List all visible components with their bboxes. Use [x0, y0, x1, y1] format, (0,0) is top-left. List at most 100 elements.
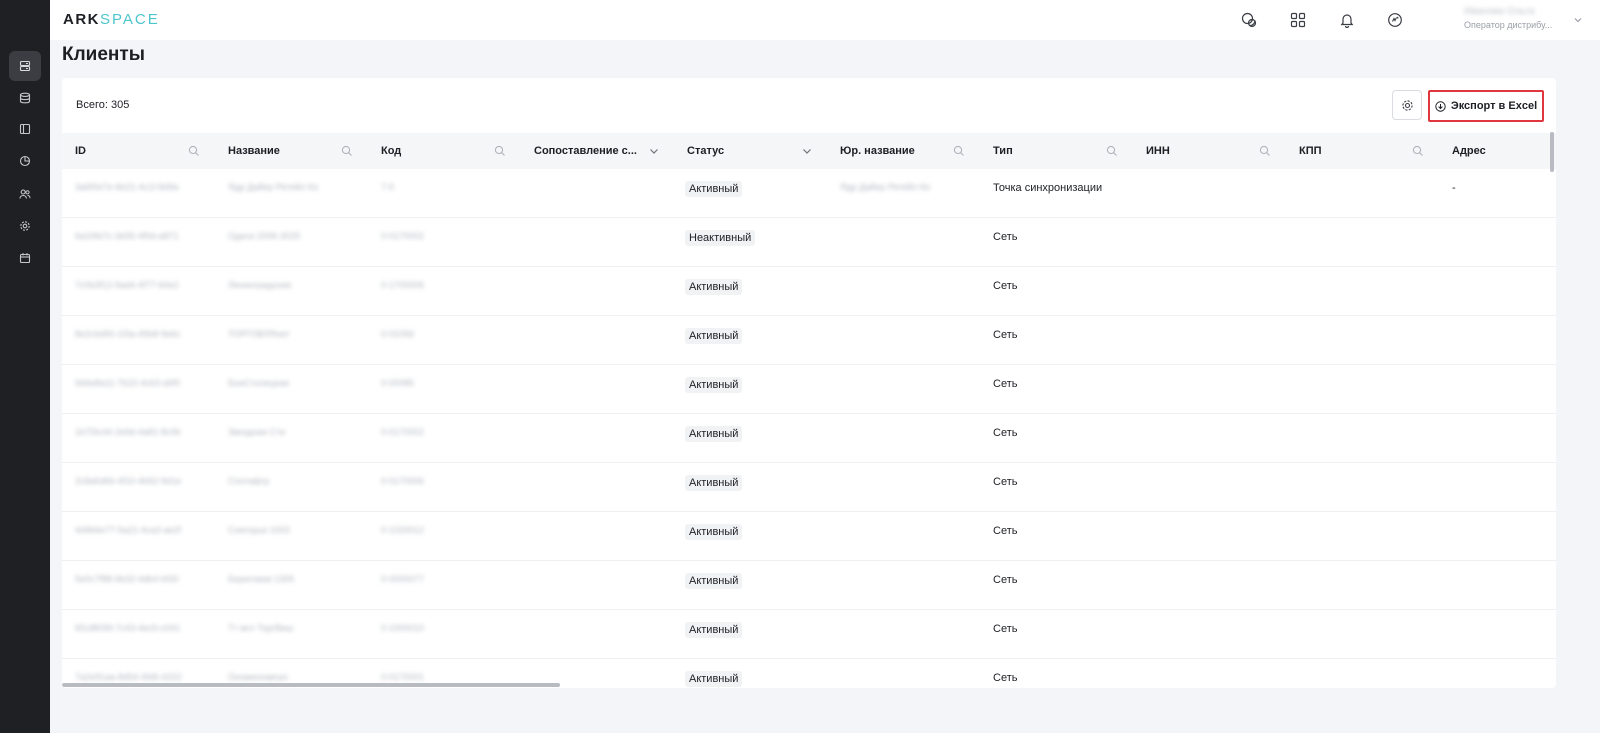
cell-id: 6a1f4b7c-3e55-4f0d-a871: [75, 231, 179, 241]
column-header-address[interactable]: Адрес: [1452, 133, 1486, 169]
status-badge: Активный: [685, 475, 743, 491]
status-badge: Активный: [685, 181, 743, 197]
rail-panel-button[interactable]: [9, 114, 41, 144]
cell-type: Сеть: [993, 378, 1018, 390]
logo-main-text: ARK: [63, 11, 100, 28]
left-rail: [0, 0, 50, 733]
rail-calendar-button[interactable]: [9, 243, 41, 273]
rail-list-button[interactable]: [9, 51, 41, 81]
cell-address: -: [1452, 182, 1456, 194]
status-badge: Активный: [685, 573, 743, 589]
cell-name: Ленинградская: [228, 280, 291, 290]
chevron-down-icon[interactable]: [648, 145, 660, 157]
cell-name: ТОРГОВЛЯнет: [228, 329, 290, 339]
horizontal-scrollbar[interactable]: [62, 683, 560, 687]
column-header-id[interactable]: ID: [75, 133, 86, 169]
clients-card: Всего: 305 Экспорт в Excel ID Название К…: [62, 78, 1556, 688]
search-icon[interactable]: [1412, 145, 1424, 157]
cell-id: 4d9b6e77-5a21-4ca3-ae2f: [75, 525, 182, 535]
cell-id: 2c8a5d66-4f10-4b92-9d1e: [75, 476, 182, 486]
status-badge: Активный: [685, 279, 743, 295]
search-icon[interactable]: [1259, 145, 1271, 157]
column-header-name[interactable]: Название: [228, 133, 280, 169]
status-badge: Активный: [685, 426, 743, 442]
rail-settings-button[interactable]: [9, 211, 41, 241]
apps-button[interactable]: [1288, 10, 1308, 30]
cell-code: 0-0170002: [381, 427, 425, 437]
cell-id: 1b7f3c44-2e9d-4a81-8c0b: [75, 427, 181, 437]
table-row[interactable]: 4d9b6e77-5a21-4ca3-ae2f Снегорья 1003 0-…: [62, 512, 1556, 561]
cell-legal-name: Ядр Дайер Ретейл Ко: [840, 182, 931, 192]
cell-type: Сеть: [993, 623, 1018, 635]
cell-name: Снегорья 1003: [228, 525, 290, 535]
cell-code: 0-1000010: [381, 623, 425, 633]
notifications-button[interactable]: [1337, 10, 1357, 30]
cell-type: Сеть: [993, 525, 1018, 537]
table-row[interactable]: 2c8a5d66-4f10-4b92-9d1e Спотафтр 0-01700…: [62, 463, 1556, 512]
table-row[interactable]: 3a6f0e7e-6b21-4c1f-8d9a Ядр Дайер Ретейл…: [62, 169, 1556, 218]
status-badge: Активный: [685, 622, 743, 638]
search-icon[interactable]: [1106, 145, 1118, 157]
status-badge: Активный: [685, 524, 743, 540]
search-icon[interactable]: [188, 145, 200, 157]
grid-icon: [1290, 12, 1306, 28]
table-row[interactable]: 7c0b3f12-9ad4-4f77-b0e2 Ленинградская 0-…: [62, 267, 1556, 316]
cell-type: Сеть: [993, 329, 1018, 341]
cell-id: 5e0c7f88-6b32-4db4-bf30: [75, 574, 179, 584]
table-row[interactable]: 6f1d8099-7c43-4ec5-c041 Тт мгл ТоргВиш 0…: [62, 610, 1556, 659]
cell-type: Сеть: [993, 574, 1018, 586]
cell-id: 8e2c6d90-1f3a-45b8-9e6c: [75, 329, 181, 339]
cell-code: 0-0170001: [381, 672, 425, 682]
column-header-kpp[interactable]: КПП: [1299, 133, 1322, 169]
user-menu[interactable]: Ивановa Ольга Оператор дистрибу...: [1464, 6, 1564, 30]
search-icon[interactable]: [494, 145, 506, 157]
cell-id: 9d4e8a11-7b22-4c63-a5f0: [75, 378, 181, 388]
sync-button[interactable]: [1385, 10, 1405, 30]
gear-icon: [20, 221, 30, 231]
cell-code: 0-0170006: [381, 476, 425, 486]
column-header-mapping[interactable]: Сопоставление с...: [534, 133, 637, 169]
export-excel-button[interactable]: Экспорт в Excel: [1428, 90, 1544, 122]
status-badge: Активный: [685, 328, 743, 344]
cell-code: 0-1700006: [381, 280, 425, 290]
rail-reports-button[interactable]: [9, 146, 41, 176]
rail-database-button[interactable]: [9, 83, 41, 113]
chevron-down-icon[interactable]: [1572, 14, 1584, 26]
table-header: ID Название Код Сопоставление с... Стату…: [62, 133, 1556, 169]
table-row[interactable]: 8e2c6d90-1f3a-45b8-9e6c ТОРГОВЛЯнет 0-01…: [62, 316, 1556, 365]
cell-name: Оновиннавгро: [228, 672, 288, 682]
column-header-type[interactable]: Тип: [993, 133, 1013, 169]
top-header: ARKSPACE Ивановa Ольга Оператор дистрибу…: [50, 0, 1600, 40]
database-icon: [19, 92, 31, 104]
cell-code: 0-01056: [381, 329, 415, 339]
cell-code: 0-00085: [381, 378, 415, 388]
column-header-status[interactable]: Статус: [687, 133, 724, 169]
column-header-code[interactable]: Код: [381, 133, 401, 169]
rail-users-button[interactable]: [9, 179, 41, 209]
table-settings-button[interactable]: [1392, 90, 1422, 120]
user-name: Ивановa Ольга: [1464, 6, 1535, 17]
chevron-down-icon[interactable]: [801, 145, 813, 157]
download-icon: [1435, 100, 1446, 112]
search-icon[interactable]: [341, 145, 353, 157]
table-row[interactable]: 6a1f4b7c-3e55-4f0d-a871 Одиси 2006-3025 …: [62, 218, 1556, 267]
column-header-inn[interactable]: ИНН: [1146, 133, 1170, 169]
cell-code: 7-5: [381, 182, 395, 192]
column-header-legal-name[interactable]: Юр. название: [840, 133, 915, 169]
cell-type: Сеть: [993, 672, 1018, 684]
vertical-scrollbar[interactable]: [1550, 132, 1554, 172]
app-logo[interactable]: ARKSPACE: [63, 11, 160, 28]
calendar-icon: [19, 253, 31, 264]
table-row[interactable]: 9d4e8a11-7b22-4c63-a5f0 БоиСтолицкая 0-0…: [62, 365, 1556, 414]
cell-code: 0-1020012: [381, 525, 425, 535]
table-row[interactable]: 5e0c7f88-6b32-4db4-bf30 Береговая 1305 0…: [62, 561, 1556, 610]
list-icon: [19, 60, 31, 72]
cell-name: Одиси 2006-3025: [228, 231, 301, 241]
chat-button[interactable]: [1239, 10, 1259, 30]
cell-id: 6f1d8099-7c43-4ec5-c041: [75, 623, 181, 633]
table-row[interactable]: 1b7f3c44-2e9d-4a81-8c0b Звездная Сти 0-0…: [62, 414, 1556, 463]
pie-chart-icon: [19, 155, 31, 167]
search-icon[interactable]: [953, 145, 965, 157]
cell-id: 7a2e91aa-8d54-4fd6-d152: [75, 672, 182, 682]
user-role: Оператор дистрибу...: [1464, 20, 1553, 30]
